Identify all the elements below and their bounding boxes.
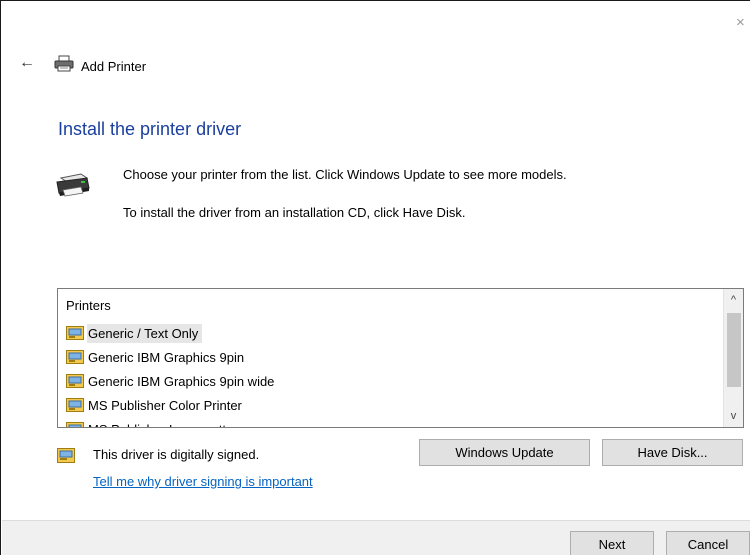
cancel-button[interactable]: Cancel [666, 531, 750, 555]
windows-update-button[interactable]: Windows Update [419, 439, 590, 466]
next-button[interactable]: Next [570, 531, 654, 555]
printer-driver-icon [66, 398, 84, 412]
add-printer-window: × ← Add Printer Install the printer driv… [0, 0, 750, 555]
dialog-footer: Next Cancel [2, 520, 750, 555]
list-item[interactable]: Generic IBM Graphics 9pin wide [66, 369, 716, 393]
list-item-label: MS Publisher Imagesetter [87, 420, 242, 428]
list-item[interactable]: Generic IBM Graphics 9pin [66, 345, 716, 369]
driver-signing-link[interactable]: Tell me why driver signing is important [93, 474, 313, 489]
list-item-label: Generic / Text Only [87, 323, 203, 343]
scroll-up-icon[interactable]: ^ [724, 289, 743, 311]
printer-list: Generic / Text Only Generic IBM Graphics… [66, 321, 716, 428]
description-line-1: Choose your printer from the list. Click… [123, 167, 567, 182]
list-item-label: Generic IBM Graphics 9pin wide [88, 373, 275, 389]
description-line-2: To install the driver from an installati… [123, 205, 466, 220]
printer-driver-icon [66, 422, 84, 427]
printers-listbox[interactable]: Printers Generic / Text Only Generic IBM… [57, 288, 744, 428]
close-icon[interactable]: × [736, 15, 750, 31]
list-item[interactable]: MS Publisher Color Printer [66, 393, 716, 417]
window-title: Add Printer [81, 59, 147, 74]
certificate-icon [57, 448, 75, 463]
printer-driver-icon [66, 374, 84, 388]
printer-driver-icon [66, 350, 84, 364]
signed-status-text: This driver is digitally signed. [93, 447, 260, 462]
scroll-down-icon[interactable]: v [724, 405, 743, 427]
list-item-label: MS Publisher Color Printer [88, 397, 242, 413]
scroll-thumb[interactable] [727, 313, 741, 387]
list-scrollbar[interactable]: ^ v [723, 289, 743, 427]
printer-large-icon [51, 166, 95, 202]
list-item[interactable]: Generic / Text Only [66, 321, 716, 345]
list-header: Printers [66, 298, 111, 313]
list-item[interactable]: MS Publisher Imagesetter [66, 417, 716, 428]
have-disk-button[interactable]: Have Disk... [602, 439, 743, 466]
page-title: Install the printer driver [58, 119, 242, 139]
printer-driver-icon [66, 326, 84, 340]
printer-icon [54, 55, 74, 72]
list-item-label: Generic IBM Graphics 9pin [88, 349, 245, 365]
back-arrow-icon[interactable]: ← [19, 55, 37, 71]
